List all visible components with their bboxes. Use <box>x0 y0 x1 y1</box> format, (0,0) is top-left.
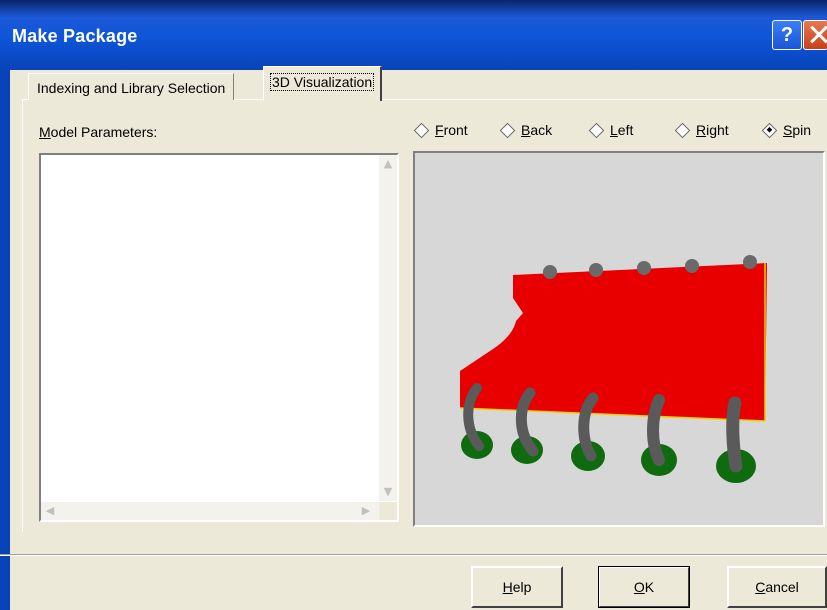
scroll-down-button[interactable]: ▼ <box>379 483 397 501</box>
radio-back-label: Back <box>521 122 553 138</box>
title-bar: Make Package ? <box>0 0 827 70</box>
tab-3d-label: 3D Visualization <box>270 73 375 91</box>
radio-left-icon <box>588 122 605 138</box>
radio-right-icon <box>674 122 691 138</box>
tab-indexing-library[interactable]: Indexing and Library Selection <box>28 73 235 100</box>
tab-3d-visualization[interactable]: 3D Visualization <box>263 66 383 101</box>
horizontal-scrollbar[interactable]: ◀ ▶ <box>41 502 379 520</box>
separator <box>0 554 827 556</box>
model-parameters-label: Model Parameters: <box>39 124 158 140</box>
help-icon[interactable]: ? <box>772 20 802 50</box>
window-title: Make Package <box>12 26 138 46</box>
model-parameters-list[interactable]: ▲ ▼ ◀ ▶ <box>39 153 399 522</box>
help-button-label: Help <box>502 579 532 595</box>
close-icon[interactable] <box>803 20 827 50</box>
radio-spin-icon <box>761 122 778 138</box>
scroll-up-button[interactable]: ▲ <box>379 155 397 173</box>
package-body-top <box>460 263 767 421</box>
radio-spin[interactable]: Spin <box>761 122 812 138</box>
window-frame <box>0 70 10 610</box>
radio-right[interactable]: Right <box>674 122 729 138</box>
scroll-corner <box>379 502 397 520</box>
radio-back[interactable]: Back <box>499 122 553 138</box>
make-package-dialog: Make Package ? Indexing and Library Sele… <box>0 0 827 610</box>
help-button[interactable]: Help <box>471 566 563 608</box>
radio-front-label: Front <box>435 122 468 138</box>
scroll-left-button[interactable]: ◀ <box>41 502 59 520</box>
radio-left-label: Left <box>610 122 634 138</box>
scroll-right-button[interactable]: ▶ <box>357 502 375 520</box>
ok-button-label: OK <box>633 579 655 595</box>
radio-front-icon <box>413 122 430 138</box>
radio-back-icon <box>499 122 516 138</box>
cancel-button[interactable]: Cancel <box>727 566 827 608</box>
3d-viewport[interactable] <box>413 151 825 527</box>
radio-front[interactable]: Front <box>413 122 468 138</box>
vertical-scrollbar[interactable]: ▲ ▼ <box>379 155 397 501</box>
radio-right-label: Right <box>696 122 729 138</box>
ic-package-3d-model <box>459 255 767 483</box>
ok-button[interactable]: OK <box>598 566 690 608</box>
cancel-button-label: Cancel <box>755 579 799 595</box>
radio-spin-label: Spin <box>783 122 812 138</box>
radio-left[interactable]: Left <box>588 122 634 138</box>
